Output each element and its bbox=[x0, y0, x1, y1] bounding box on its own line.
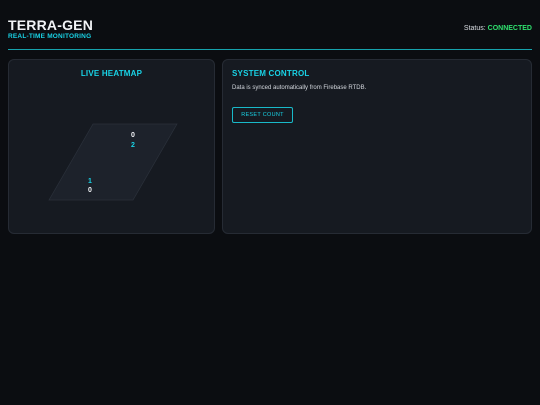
app-title: TERRA-GEN bbox=[8, 17, 94, 33]
heatmap-cell-top-right-upper: 0 bbox=[131, 132, 135, 139]
header-divider bbox=[8, 49, 532, 50]
sync-description: Data is synced automatically from Fireba… bbox=[232, 85, 367, 91]
heatmap-cell-bottom-left-lower: 0 bbox=[88, 187, 92, 194]
heatmap-surface bbox=[48, 123, 178, 201]
heatmap-grid: 0 2 1 0 bbox=[48, 123, 178, 201]
reset-count-button[interactable]: RESET COUNT bbox=[232, 107, 293, 123]
heatmap-cell-top-right-lower: 2 bbox=[131, 142, 135, 149]
connection-status: Status: CONNECTED bbox=[464, 25, 532, 32]
status-label: Status: bbox=[463, 25, 486, 32]
system-control-title: SYSTEM CONTROL bbox=[232, 69, 310, 78]
system-control-card: SYSTEM CONTROL Data is synced automatica… bbox=[222, 59, 532, 234]
app-header: TERRA-GEN REAL-TIME MONITORING Status: C… bbox=[8, 17, 532, 49]
app-subtitle: REAL-TIME MONITORING bbox=[8, 33, 92, 40]
heatmap-card: LIVE HEATMAP 0 2 1 0 bbox=[8, 59, 215, 234]
status-value: CONNECTED bbox=[487, 25, 532, 32]
heatmap-cell-bottom-left-upper: 1 bbox=[88, 178, 92, 185]
